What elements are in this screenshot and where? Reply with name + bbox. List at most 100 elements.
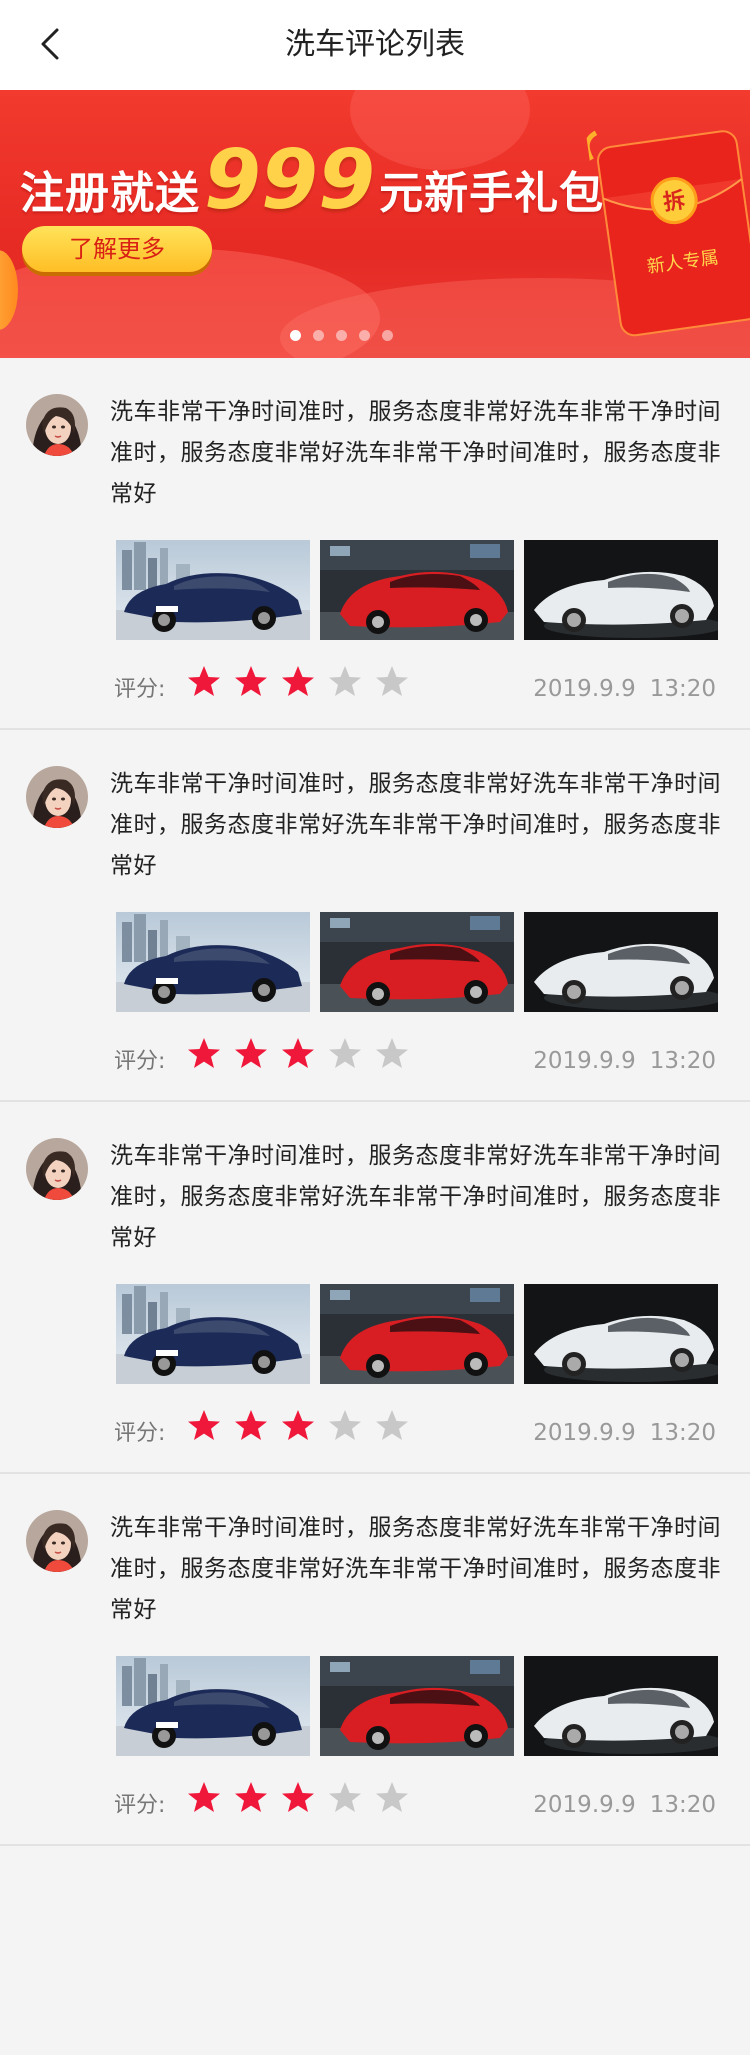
red-envelope-icon: 拆 新人专属 [585, 130, 750, 337]
review-date: 2019.9.9 [533, 1792, 636, 1818]
star-empty-icon [376, 666, 408, 696]
star-rating [186, 1408, 421, 1444]
star-empty-icon [376, 1038, 408, 1068]
review-time: 13:20 [649, 676, 716, 702]
rating-label: 评分: [114, 1793, 166, 1818]
red-sports-car-image [320, 1284, 514, 1384]
rating-label: 评分: [114, 677, 166, 702]
star-rating [186, 1780, 421, 1816]
red-sports-car-image [320, 912, 514, 1012]
dark-blue-sedan-image [116, 540, 310, 640]
review-photo[interactable] [116, 1656, 310, 1756]
review-text: 洗车非常干净时间准时，服务态度非常好洗车非常干净时间准时，服务态度非常好洗车非常… [110, 399, 721, 507]
nav-bar: 洗车评论列表 [0, 0, 750, 90]
review-photos [116, 540, 728, 640]
carousel-dot[interactable] [358, 330, 370, 341]
white-supercar-image [524, 540, 718, 640]
review-item: 洗车非常干净时间准时，服务态度非常好洗车非常干净时间准时，服务态度非常好洗车非常… [0, 1474, 750, 1846]
review-photo[interactable] [116, 1284, 310, 1384]
star-empty-icon [329, 1410, 361, 1440]
promo-banner[interactable]: 注册就送 999 元新手礼包 了解更多 拆 新人专属 [0, 90, 750, 358]
red-sports-car-image [320, 540, 514, 640]
review-datetime: 2019.9.9 13:20 [533, 676, 716, 702]
avatar[interactable] [26, 1138, 88, 1200]
star-empty-icon [376, 1782, 408, 1812]
review-datetime: 2019.9.9 13:20 [533, 1420, 716, 1446]
learn-more-button[interactable]: 了解更多 [22, 226, 212, 272]
rating-label: 评分: [114, 1421, 166, 1446]
white-supercar-image [524, 1656, 718, 1756]
star-filled-icon [235, 1782, 267, 1812]
star-filled-icon [282, 666, 314, 696]
banner-headline-prefix: 注册就送 [20, 168, 200, 219]
white-supercar-image [524, 912, 718, 1012]
white-supercar-image [524, 1284, 718, 1384]
review-list: 洗车非常干净时间准时，服务态度非常好洗车非常干净时间准时，服务态度非常好洗车非常… [0, 358, 750, 1846]
star-filled-icon [282, 1782, 314, 1812]
review-photos [116, 1656, 728, 1756]
review-date: 2019.9.9 [533, 1048, 636, 1074]
review-photo[interactable] [320, 1656, 514, 1756]
avatar[interactable] [26, 1510, 88, 1572]
review-photo[interactable] [320, 540, 514, 640]
star-filled-icon [235, 1410, 267, 1440]
user-avatar-image [26, 766, 88, 828]
review-date: 2019.9.9 [533, 1420, 636, 1446]
star-empty-icon [329, 1782, 361, 1812]
user-avatar-image [26, 1138, 88, 1200]
review-datetime: 2019.9.9 13:20 [533, 1792, 716, 1818]
star-filled-icon [188, 1782, 220, 1812]
banner-headline-number: 999 [204, 133, 376, 228]
star-empty-icon [376, 1410, 408, 1440]
review-photo[interactable] [320, 1284, 514, 1384]
dark-blue-sedan-image [116, 1656, 310, 1756]
red-sports-car-image [320, 1656, 514, 1756]
user-avatar-image [26, 394, 88, 456]
review-photos [116, 1284, 728, 1384]
star-rating [186, 1036, 421, 1072]
dark-blue-sedan-image [116, 912, 310, 1012]
star-filled-icon [235, 666, 267, 696]
rating-label: 评分: [114, 1049, 166, 1074]
star-filled-icon [282, 1410, 314, 1440]
review-time: 13:20 [649, 1792, 716, 1818]
review-photo[interactable] [116, 912, 310, 1012]
review-datetime: 2019.9.9 13:20 [533, 1048, 716, 1074]
banner-headline: 注册就送 999 元新手礼包 [20, 140, 604, 222]
review-photo[interactable] [320, 912, 514, 1012]
star-filled-icon [282, 1038, 314, 1068]
review-text: 洗车非常干净时间准时，服务态度非常好洗车非常干净时间准时，服务态度非常好洗车非常… [110, 771, 721, 879]
dark-blue-sedan-image [116, 1284, 310, 1384]
star-empty-icon [329, 666, 361, 696]
review-photo[interactable] [524, 1284, 718, 1384]
review-item: 洗车非常干净时间准时，服务态度非常好洗车非常干净时间准时，服务态度非常好洗车非常… [0, 1102, 750, 1474]
star-filled-icon [188, 1410, 220, 1440]
carousel-dot[interactable] [289, 330, 301, 341]
carousel-dot[interactable] [335, 330, 347, 341]
review-time: 13:20 [649, 1420, 716, 1446]
star-filled-icon [235, 1038, 267, 1068]
star-rating [186, 664, 421, 700]
banner-headline-suffix: 元新手礼包 [379, 168, 605, 219]
review-time: 13:20 [649, 1048, 716, 1074]
carousel-indicators[interactable] [0, 330, 716, 341]
star-filled-icon [188, 1038, 220, 1068]
review-photo[interactable] [116, 540, 310, 640]
review-text: 洗车非常干净时间准时，服务态度非常好洗车非常干净时间准时，服务态度非常好洗车非常… [110, 1143, 721, 1251]
page-title: 洗车评论列表 [285, 27, 465, 62]
avatar[interactable] [26, 394, 88, 456]
carousel-dot[interactable] [312, 330, 324, 341]
review-photo[interactable] [524, 912, 718, 1012]
review-item: 洗车非常干净时间准时，服务态度非常好洗车非常干净时间准时，服务态度非常好洗车非常… [0, 730, 750, 1102]
avatar[interactable] [26, 766, 88, 828]
envelope-seal-text: 拆 [662, 188, 687, 216]
review-date: 2019.9.9 [533, 676, 636, 702]
review-photos [116, 912, 728, 1012]
user-avatar-image [26, 1510, 88, 1572]
review-photo[interactable] [524, 540, 718, 640]
carousel-dot[interactable] [381, 330, 393, 341]
review-photo[interactable] [524, 1656, 718, 1756]
review-item: 洗车非常干净时间准时，服务态度非常好洗车非常干净时间准时，服务态度非常好洗车非常… [0, 358, 750, 730]
star-empty-icon [329, 1038, 361, 1068]
star-filled-icon [188, 666, 220, 696]
